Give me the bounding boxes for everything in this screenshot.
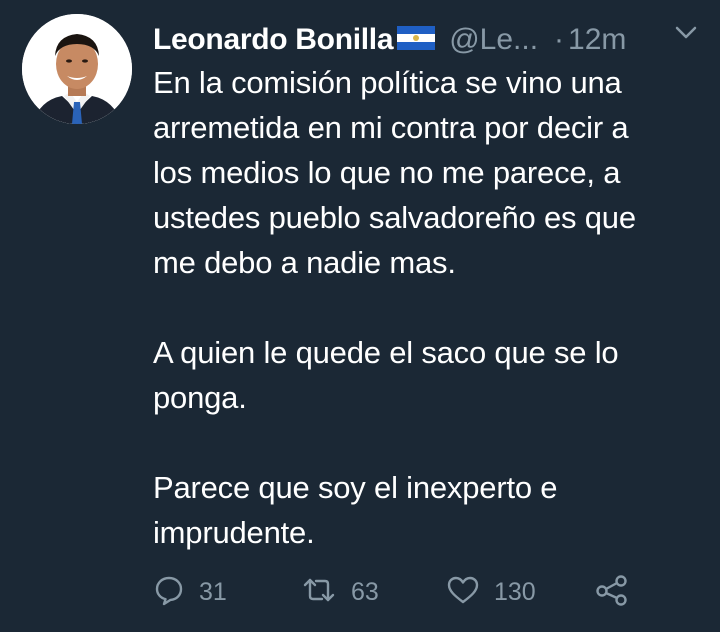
like-button[interactable]: 130 — [446, 572, 536, 612]
avatar[interactable] — [22, 14, 132, 124]
share-icon — [595, 574, 629, 611]
heart-icon — [446, 574, 480, 611]
tweet-actions: 31 63 130 — [153, 572, 653, 612]
tweet-header: Leonardo Bonilla @Le... · 12m — [153, 18, 703, 62]
tweet-paragraph: En la comisión política se vino una arre… — [153, 65, 636, 280]
display-name[interactable]: Leonardo Bonilla — [153, 23, 394, 57]
tweet-timestamp[interactable]: 12m — [568, 23, 626, 57]
tweet-paragraph: Parece que soy el inexperto e imprudente… — [153, 470, 558, 550]
tweet-text: En la comisión política se vino una arre… — [153, 60, 708, 555]
share-button[interactable] — [595, 572, 629, 612]
el-salvador-flag-icon — [397, 25, 436, 55]
like-count: 130 — [494, 577, 536, 606]
tweet[interactable]: Leonardo Bonilla @Le... · 12m En la comi… — [0, 0, 720, 632]
time-separator: · — [554, 23, 565, 56]
tweet-paragraph: A quien le quede el saco que se lo ponga… — [153, 335, 619, 415]
chevron-down-icon[interactable] — [675, 26, 697, 45]
reply-count: 31 — [199, 577, 227, 606]
avatar-image — [22, 14, 132, 124]
reply-icon — [153, 574, 185, 611]
retweet-icon — [301, 574, 337, 611]
retweet-button[interactable]: 63 — [301, 572, 379, 612]
retweet-count: 63 — [351, 577, 379, 606]
reply-button[interactable]: 31 — [153, 572, 227, 612]
user-handle[interactable]: @Le... — [449, 23, 538, 57]
